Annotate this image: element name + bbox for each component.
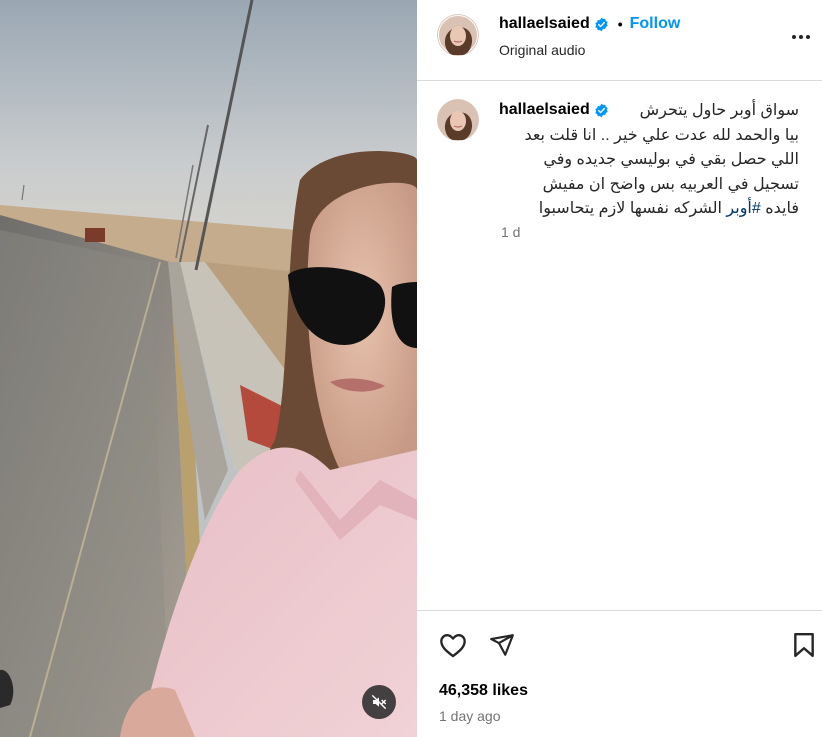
follow-button[interactable]: Follow <box>630 15 681 33</box>
verified-badge-icon <box>594 17 609 32</box>
more-options-icon <box>792 35 810 39</box>
share-icon <box>490 634 514 656</box>
post-timestamp[interactable]: 1 day ago <box>439 708 501 724</box>
caption-section: hallaelsaied سواق أوبر حاول يتحرش بيا وا… <box>417 81 822 610</box>
likes-count[interactable]: 46,358 likes <box>439 682 528 700</box>
caption-line: فايده #أوبر الشركه نفسها لازم يتحاسبوا <box>499 197 799 222</box>
post-video[interactable] <box>0 0 417 737</box>
caption-avatar[interactable] <box>437 99 479 141</box>
header-user-row: hallaelsaied • Follow <box>499 15 680 33</box>
caption-line: سواق أوبر حاول يتحرش <box>639 102 799 119</box>
more-options-button[interactable] <box>789 25 813 49</box>
separator-dot: • <box>617 16 623 32</box>
avatar[interactable] <box>437 14 479 56</box>
caption-segment: الشركه نفسها لازم يتحاسبوا <box>538 200 722 217</box>
video-frame-image <box>0 0 417 737</box>
caption-line: تسجيل في العربيه بس واضح ان مفيش <box>542 175 799 193</box>
audio-link[interactable]: Original audio <box>499 42 585 58</box>
post-actions: 46,358 likes 1 day ago <box>417 610 822 737</box>
caption-line: بيا والحمد لله عدت علي خير .. انا قلت بع… <box>524 126 799 144</box>
like-button[interactable] <box>437 629 469 661</box>
caption-timestamp[interactable]: 1 d <box>501 224 520 240</box>
caption-text: سواق أوبر حاول يتحرش بيا والحمد لله عدت … <box>499 99 799 222</box>
bookmark-icon <box>794 632 814 658</box>
caption-line: اللي حصل بقي في بوليسي جديده وفي <box>543 151 799 168</box>
post-header: hallaelsaied • Follow Original audio <box>417 0 822 81</box>
caption-segment: فايده <box>765 200 799 217</box>
save-button[interactable] <box>788 629 820 661</box>
share-button[interactable] <box>486 629 518 661</box>
heart-icon <box>440 634 466 658</box>
mute-toggle-button[interactable] <box>362 685 396 719</box>
hashtag-link[interactable]: #أوبر <box>726 200 760 217</box>
muted-speaker-icon <box>371 694 387 710</box>
post-details-panel: hallaelsaied • Follow Original audio hal… <box>417 0 822 737</box>
username-link[interactable]: hallaelsaied <box>499 15 590 33</box>
